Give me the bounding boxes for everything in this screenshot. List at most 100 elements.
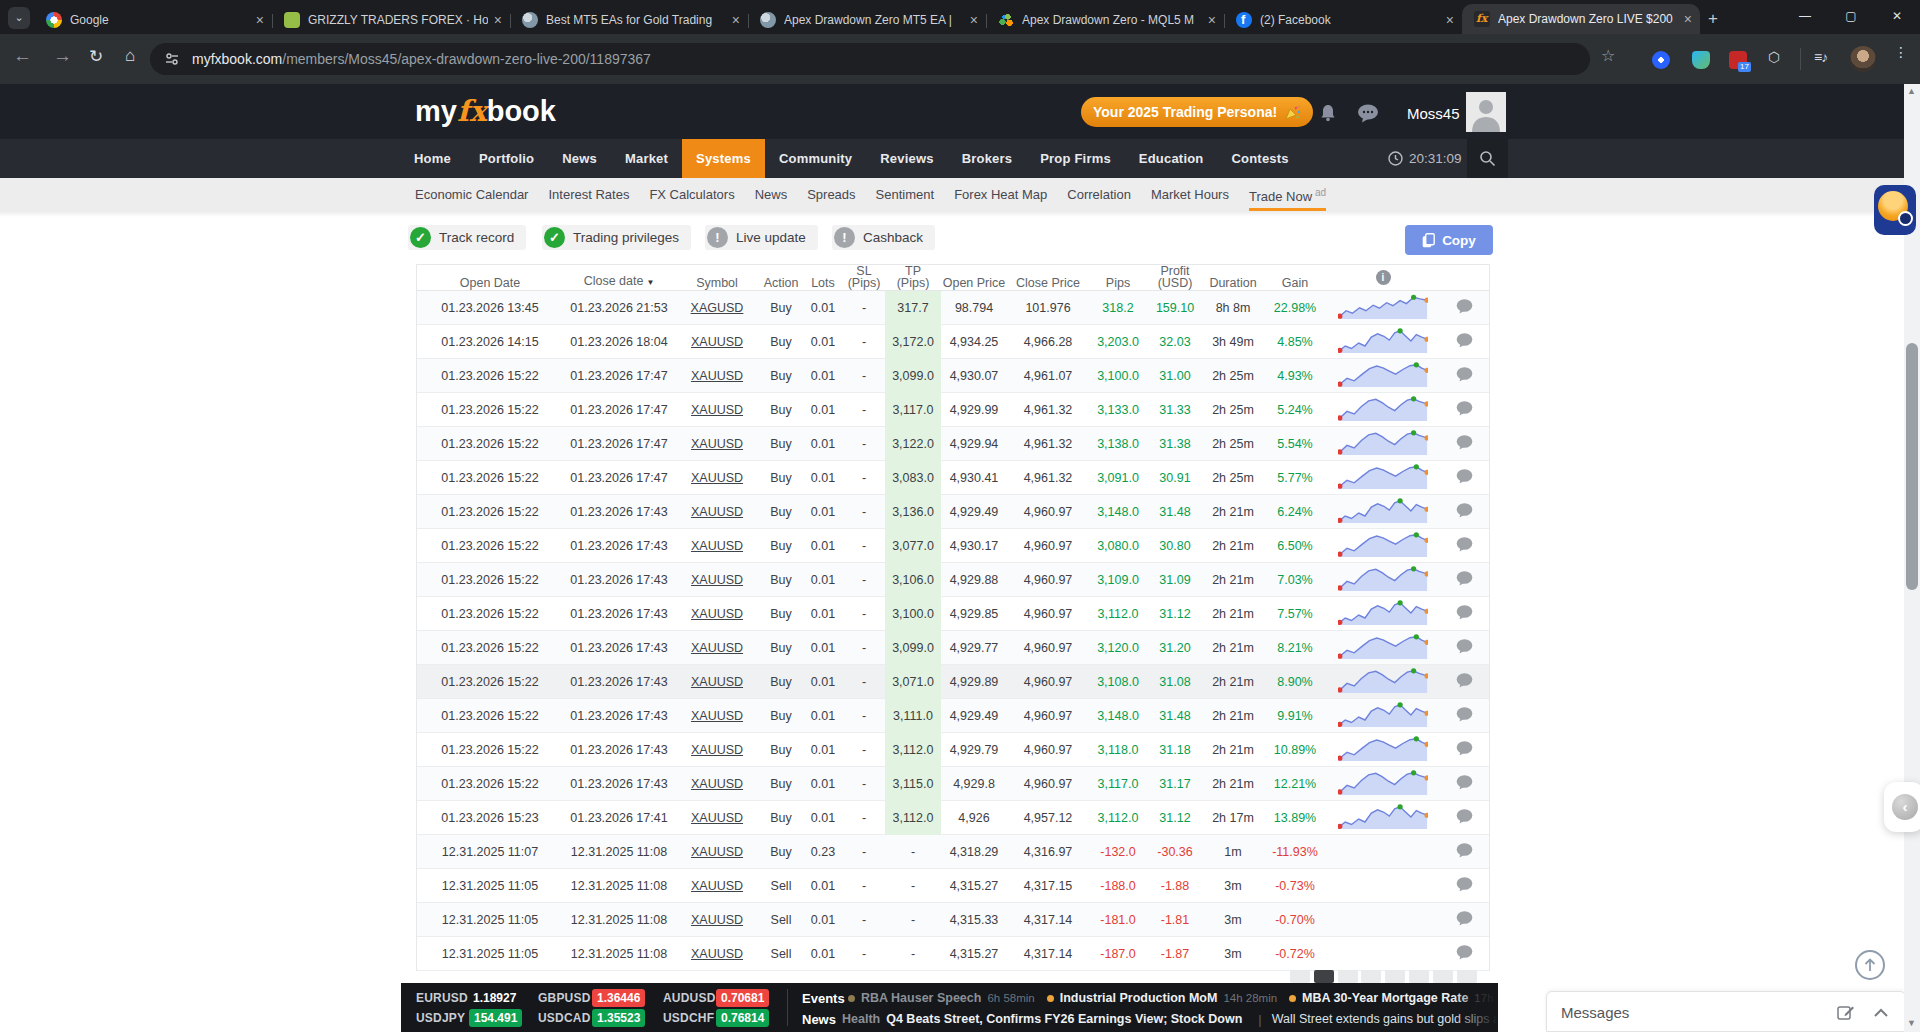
- trade-row[interactable]: 01.23.2026 15:2201.23.2026 17:43XAUUSDBu…: [417, 767, 1489, 801]
- trade-row[interactable]: 01.23.2026 15:2201.23.2026 17:43XAUUSDBu…: [417, 631, 1489, 665]
- subnav-item-trade-now[interactable]: Trade Nowad: [1249, 178, 1326, 211]
- comment-icon[interactable]: [1439, 945, 1489, 963]
- trade-row[interactable]: 12.31.2025 11:0512.31.2025 11:08XAUUSDSe…: [417, 903, 1489, 937]
- symbol-link[interactable]: XAUUSD: [691, 777, 743, 791]
- nav-item-reviews[interactable]: Reviews: [866, 139, 947, 178]
- pagination-box[interactable]: [1385, 970, 1405, 983]
- new-tab-button[interactable]: +: [1708, 9, 1718, 29]
- pagination-box[interactable]: [1433, 970, 1453, 983]
- status-badge-track-record[interactable]: ✓Track record: [408, 225, 526, 250]
- symbol-link[interactable]: XAUUSD: [691, 641, 743, 655]
- nav-item-news[interactable]: News: [548, 139, 611, 178]
- subnav-item-correlation[interactable]: Correlation: [1067, 178, 1131, 211]
- extension-icon-blue[interactable]: [1652, 51, 1670, 69]
- symbol-link[interactable]: XAUUSD: [691, 845, 743, 859]
- scroll-to-top-button[interactable]: [1855, 950, 1885, 980]
- browser-tab[interactable]: GRIZZLY TRADERS FOREX · Hom×: [272, 6, 510, 34]
- symbol-link[interactable]: XAUUSD: [691, 879, 743, 893]
- comment-icon[interactable]: [1439, 843, 1489, 861]
- trade-row[interactable]: 01.23.2026 15:2201.23.2026 17:43XAUUSDBu…: [417, 665, 1489, 699]
- column-header-lots[interactable]: Lots: [803, 277, 843, 289]
- logged-in-username[interactable]: Moss45: [1407, 105, 1460, 122]
- column-header-duration[interactable]: Duration: [1203, 277, 1263, 289]
- trade-row[interactable]: 01.23.2026 15:2201.23.2026 17:43XAUUSDBu…: [417, 597, 1489, 631]
- compose-message-icon[interactable]: [1837, 1004, 1855, 1022]
- pagination-box[interactable]: [1457, 970, 1477, 983]
- tab-close-icon[interactable]: ×: [970, 12, 978, 28]
- pagination-box[interactable]: [1290, 970, 1310, 983]
- column-header-open-price[interactable]: Open Price: [941, 277, 1007, 289]
- nav-item-community[interactable]: Community: [765, 139, 866, 178]
- myfxbook-logo[interactable]: myfxbook: [415, 94, 556, 128]
- subnav-item-sentiment[interactable]: Sentiment: [876, 178, 935, 211]
- nav-item-prop-firms[interactable]: Prop Firms: [1026, 139, 1125, 178]
- trade-row[interactable]: 01.23.2026 15:2201.23.2026 17:47XAUUSDBu…: [417, 427, 1489, 461]
- browser-profile-avatar[interactable]: [1850, 46, 1876, 72]
- subnav-item-interest-rates[interactable]: Interest Rates: [548, 178, 629, 211]
- tab-close-icon[interactable]: ×: [256, 12, 264, 28]
- symbol-link[interactable]: XAUUSD: [691, 403, 743, 417]
- tab-close-icon[interactable]: ×: [732, 12, 740, 28]
- trade-row[interactable]: 01.23.2026 14:1501.23.2026 18:04XAUUSDBu…: [417, 325, 1489, 359]
- scrollbar-up-arrow[interactable]: ▲: [1907, 86, 1916, 96]
- comment-icon[interactable]: [1439, 299, 1489, 317]
- reload-icon[interactable]: ↻: [89, 46, 103, 67]
- collapse-chevron-icon[interactable]: [1874, 1008, 1888, 1017]
- forward-icon[interactable]: →: [53, 45, 72, 67]
- quote-symbol[interactable]: EURUSD: [416, 991, 468, 1005]
- window-minimize-button[interactable]: —: [1782, 0, 1828, 34]
- column-header-gain[interactable]: Gain: [1263, 277, 1327, 289]
- pagination-box[interactable]: [1338, 970, 1358, 983]
- event-name[interactable]: Industrial Production MoM: [1060, 991, 1218, 1005]
- tab-close-icon[interactable]: ×: [494, 12, 502, 28]
- user-avatar[interactable]: [1466, 92, 1506, 132]
- quote-symbol[interactable]: USDJPY: [416, 1011, 465, 1025]
- comment-icon[interactable]: [1439, 435, 1489, 453]
- status-badge-cashback[interactable]: !Cashback: [832, 225, 935, 250]
- site-settings-icon[interactable]: [164, 51, 180, 67]
- subnav-item-economic-calendar[interactable]: Economic Calendar: [415, 178, 528, 211]
- browser-tab[interactable]: Google×: [34, 6, 272, 34]
- comment-icon[interactable]: [1439, 401, 1489, 419]
- nav-item-education[interactable]: Education: [1125, 139, 1218, 178]
- column-header-close-date[interactable]: Close date▼: [563, 275, 675, 289]
- comment-icon[interactable]: [1439, 877, 1489, 895]
- trade-row[interactable]: 12.31.2025 11:0712.31.2025 11:08XAUUSDBu…: [417, 835, 1489, 869]
- browser-tab[interactable]: (2) Facebook×: [1224, 6, 1462, 34]
- symbol-link[interactable]: XAUUSD: [691, 811, 743, 825]
- nav-item-brokers[interactable]: Brokers: [948, 139, 1027, 178]
- symbol-link[interactable]: XAUUSD: [691, 947, 743, 961]
- comment-icon[interactable]: [1439, 741, 1489, 759]
- comment-icon[interactable]: [1439, 333, 1489, 351]
- trade-row[interactable]: 01.23.2026 15:2201.23.2026 17:43XAUUSDBu…: [417, 699, 1489, 733]
- browser-tab[interactable]: Apex Drawdown Zero - MQL5 M×: [986, 6, 1224, 34]
- nav-item-market[interactable]: Market: [611, 139, 682, 178]
- comment-icon[interactable]: [1439, 571, 1489, 589]
- status-badge-trading-privileges[interactable]: ✓Trading privileges: [542, 225, 691, 250]
- column-header-action[interactable]: Action: [759, 277, 803, 289]
- news-ticker[interactable]: Health Q4 Beats Street, Confirms FY26 Ea…: [842, 1010, 1498, 1028]
- quote-symbol[interactable]: USDCHF: [663, 1011, 714, 1025]
- comment-icon[interactable]: [1439, 605, 1489, 623]
- search-button[interactable]: [1467, 139, 1508, 178]
- pagination-box[interactable]: [1314, 970, 1334, 983]
- side-panel-extension-widget[interactable]: [1874, 185, 1916, 235]
- tab-close-icon[interactable]: ×: [1446, 12, 1454, 28]
- comment-icon[interactable]: [1439, 707, 1489, 725]
- trade-row[interactable]: 01.23.2026 15:2201.23.2026 17:43XAUUSDBu…: [417, 733, 1489, 767]
- browser-tab[interactable]: Best MT5 EAs for Gold Trading×: [510, 6, 748, 34]
- subnav-item-fx-calculators[interactable]: FX Calculators: [649, 178, 734, 211]
- column-header-open-date[interactable]: Open Date: [417, 277, 563, 289]
- browser-tab[interactable]: Apex Drawdown Zero MT5 EA |×: [748, 6, 986, 34]
- window-close-button[interactable]: ✕: [1874, 0, 1920, 34]
- symbol-link[interactable]: XAUUSD: [691, 913, 743, 927]
- symbol-link[interactable]: XAGUSD: [691, 301, 744, 315]
- address-bar[interactable]: myfxbook.com/members/Moss45/apex-drawdow…: [150, 43, 1590, 75]
- column-header-pips[interactable]: Pips: [1089, 277, 1147, 289]
- symbol-link[interactable]: XAUUSD: [691, 369, 743, 383]
- event-name[interactable]: RBA Hauser Speech: [861, 991, 981, 1005]
- comment-icon[interactable]: [1439, 469, 1489, 487]
- symbol-link[interactable]: XAUUSD: [691, 471, 743, 485]
- events-ticker[interactable]: RBA Hauser Speech6h 58minIndustrial Prod…: [848, 989, 1498, 1007]
- symbol-link[interactable]: XAUUSD: [691, 437, 743, 451]
